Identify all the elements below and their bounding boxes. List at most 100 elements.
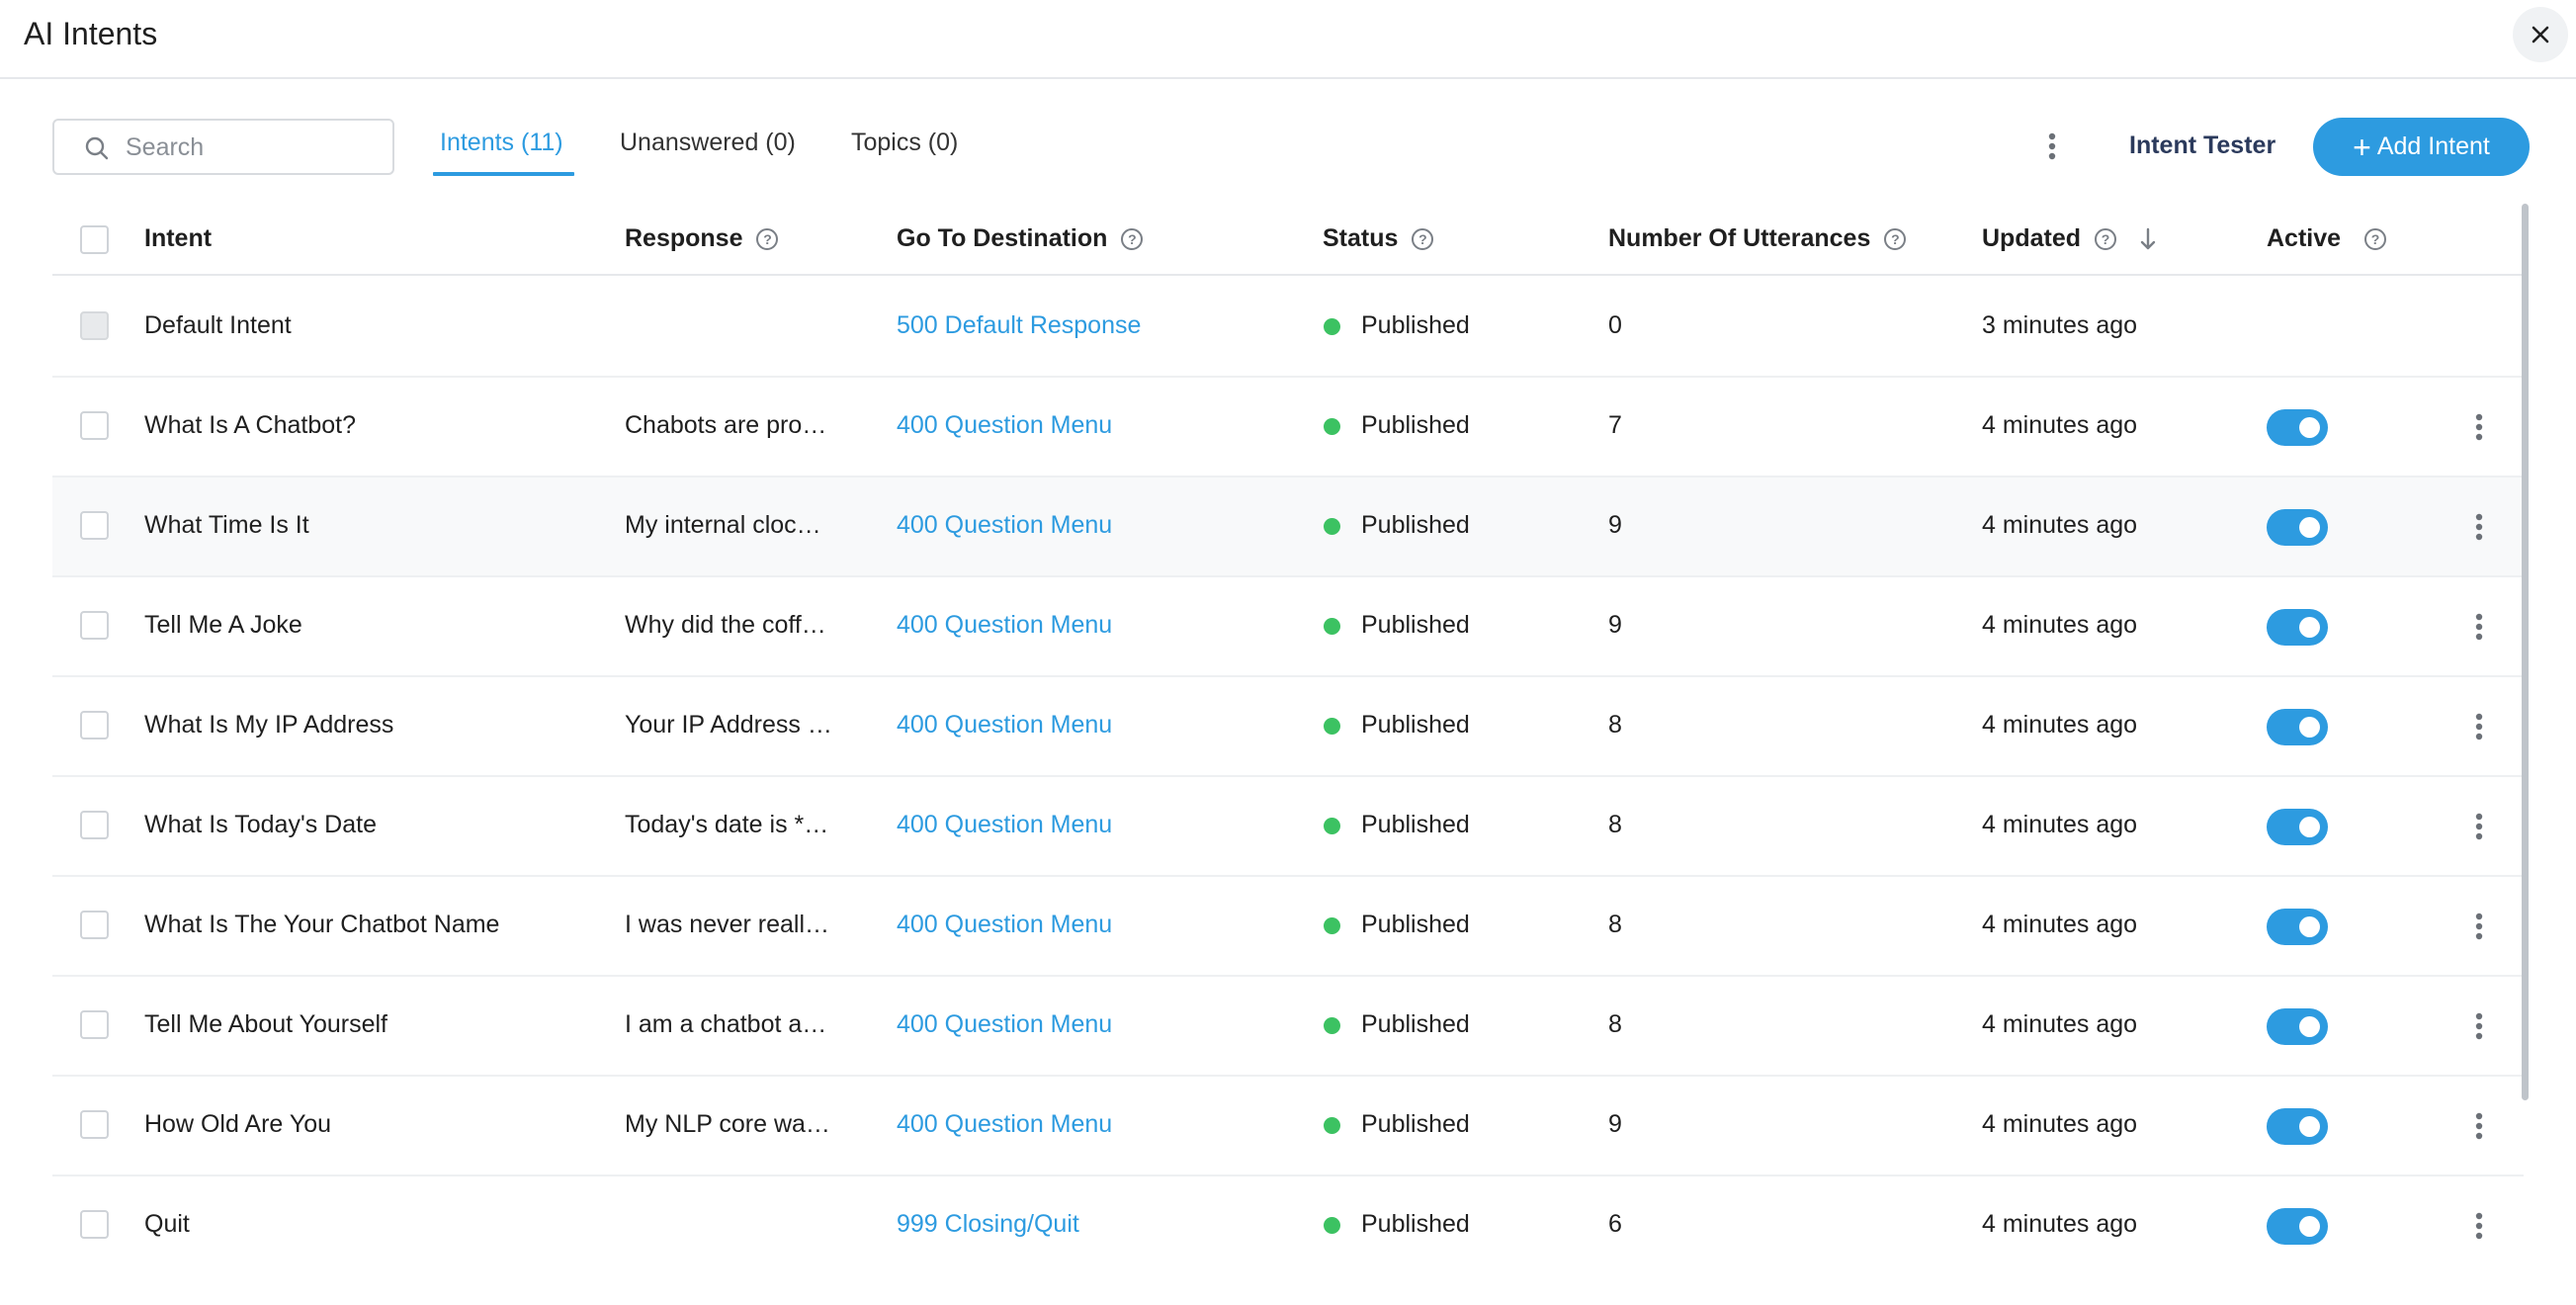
more-vertical-icon xyxy=(2475,413,2483,441)
intent-name[interactable]: Quit xyxy=(144,1210,599,1239)
intent-response: Why did the coff… xyxy=(625,611,826,639)
active-toggle[interactable] xyxy=(2267,1008,2328,1045)
column-header-response[interactable]: Response? xyxy=(625,224,779,253)
intent-name[interactable]: Default Intent xyxy=(144,311,599,340)
add-intent-button[interactable]: + Add Intent xyxy=(2313,118,2530,176)
column-header-intent[interactable]: Intent xyxy=(144,224,212,253)
help-icon[interactable]: ? xyxy=(2364,227,2387,250)
destination-link[interactable]: 400 Question Menu xyxy=(897,511,1292,540)
table-row[interactable]: Default Intent 500 Default Response Publis… xyxy=(52,278,2524,378)
column-header-utterances[interactable]: Number Of Utterances? xyxy=(1608,224,1907,253)
row-more-options-button[interactable] xyxy=(2464,707,2494,746)
intent-name[interactable]: What Is A Chatbot? xyxy=(144,411,599,440)
intent-response: Today's date is *… xyxy=(625,811,829,838)
row-checkbox[interactable] xyxy=(80,711,109,740)
destination-link[interactable]: 400 Question Menu xyxy=(897,811,1292,839)
table-row[interactable]: What Time Is It My internal cloc… 400 Ques… xyxy=(52,478,2524,577)
row-checkbox[interactable] xyxy=(80,511,109,540)
status-dot-icon xyxy=(1324,818,1340,834)
help-icon[interactable]: ? xyxy=(756,227,779,250)
select-all-checkbox[interactable] xyxy=(80,225,109,254)
table-row[interactable]: Tell Me About Yourself I am a chatbot a… 4… xyxy=(52,977,2524,1077)
row-checkbox[interactable] xyxy=(80,611,109,640)
intent-name[interactable]: How Old Are You xyxy=(144,1110,599,1139)
column-header-active[interactable]: Active? xyxy=(2267,224,2387,253)
search-icon xyxy=(85,136,109,160)
table-row[interactable]: Tell Me A Joke Why did the coff… 400 Quest… xyxy=(52,577,2524,677)
add-intent-label: Add Intent xyxy=(2376,132,2490,160)
table-row[interactable]: How Old Are You My NLP core wa… 400 Questi… xyxy=(52,1077,2524,1176)
help-icon[interactable]: ? xyxy=(1884,227,1907,250)
help-icon[interactable]: ? xyxy=(1121,227,1144,250)
row-more-options-button[interactable] xyxy=(2464,907,2494,946)
active-toggle[interactable] xyxy=(2267,1108,2328,1145)
row-more-options-button[interactable] xyxy=(2464,1106,2494,1146)
row-checkbox[interactable] xyxy=(80,911,109,939)
vertical-scrollbar[interactable] xyxy=(2522,204,2529,1100)
row-checkbox[interactable] xyxy=(80,1210,109,1239)
destination-link[interactable]: 999 Closing/Quit xyxy=(897,1210,1292,1239)
search-input[interactable] xyxy=(126,127,383,168)
intent-name[interactable]: What Is My IP Address xyxy=(144,711,599,740)
sort-descending-icon[interactable] xyxy=(2140,227,2156,251)
active-toggle[interactable] xyxy=(2267,409,2328,446)
close-button[interactable] xyxy=(2513,7,2568,62)
row-checkbox[interactable] xyxy=(80,811,109,839)
tab-intents[interactable]: Intents (11) xyxy=(440,129,563,157)
help-icon[interactable]: ? xyxy=(1412,227,1434,250)
row-checkbox[interactable] xyxy=(80,1110,109,1139)
row-more-options-button[interactable] xyxy=(2464,507,2494,547)
updated-time: 4 minutes ago xyxy=(1982,911,2138,938)
active-toggle[interactable] xyxy=(2267,909,2328,945)
tab-topics[interactable]: Topics (0) xyxy=(851,129,958,157)
status-dot-icon xyxy=(1324,318,1340,335)
destination-link[interactable]: 400 Question Menu xyxy=(897,411,1292,440)
intent-name[interactable]: Tell Me About Yourself xyxy=(144,1010,599,1039)
more-options-button[interactable] xyxy=(2036,127,2068,166)
column-header-status[interactable]: Status? xyxy=(1323,224,1434,253)
active-toggle[interactable] xyxy=(2267,609,2328,646)
destination-link[interactable]: 400 Question Menu xyxy=(897,1010,1292,1039)
destination-link[interactable]: 400 Question Menu xyxy=(897,1110,1292,1139)
row-more-options-button[interactable] xyxy=(2464,1006,2494,1046)
intent-name[interactable]: What Is Today's Date xyxy=(144,811,599,839)
search-box[interactable] xyxy=(52,119,394,175)
row-more-options-button[interactable] xyxy=(2464,607,2494,647)
table-row[interactable]: What Is My IP Address Your IP Address … 40… xyxy=(52,677,2524,777)
help-icon[interactable]: ? xyxy=(2095,227,2116,250)
table-row[interactable]: What Is A Chatbot? Chabots are pro… 400 Qu… xyxy=(52,378,2524,478)
intent-name[interactable]: What Time Is It xyxy=(144,511,599,540)
row-checkbox[interactable] xyxy=(80,1010,109,1039)
more-vertical-icon xyxy=(2475,713,2483,740)
destination-link[interactable]: 500 Default Response xyxy=(897,311,1292,340)
updated-time: 4 minutes ago xyxy=(1982,511,2138,539)
table-row[interactable]: What Is Today's Date Today's date is *… 40… xyxy=(52,777,2524,877)
active-toggle[interactable] xyxy=(2267,1208,2328,1245)
active-toggle[interactable] xyxy=(2267,709,2328,745)
table-row[interactable]: What Is The Your Chatbot Name I was never… xyxy=(52,877,2524,977)
table-row[interactable]: Quit 999 Closing/Quit Published 6 4 minutes … xyxy=(52,1176,2524,1276)
tab-unanswered[interactable]: Unanswered (0) xyxy=(620,129,796,157)
column-header-updated[interactable]: Updated? xyxy=(1982,224,2156,253)
row-checkbox xyxy=(80,311,109,340)
column-header-destination[interactable]: Go To Destination? xyxy=(897,224,1144,253)
row-more-options-button[interactable] xyxy=(2464,1206,2494,1246)
destination-link[interactable]: 400 Question Menu xyxy=(897,611,1292,640)
more-vertical-icon xyxy=(2475,813,2483,840)
intent-name[interactable]: Tell Me A Joke xyxy=(144,611,599,640)
intent-response: Chabots are pro… xyxy=(625,411,827,439)
plus-icon: + xyxy=(2353,129,2371,165)
table-header: Intent Response? Go To Destination? Stat… xyxy=(52,203,2524,276)
intent-response: I am a chatbot a… xyxy=(625,1010,827,1038)
active-toggle[interactable] xyxy=(2267,509,2328,546)
status-dot-icon xyxy=(1324,618,1340,635)
destination-link[interactable]: 400 Question Menu xyxy=(897,711,1292,740)
row-checkbox[interactable] xyxy=(80,411,109,440)
destination-link[interactable]: 400 Question Menu xyxy=(897,911,1292,939)
row-more-options-button[interactable] xyxy=(2464,807,2494,846)
toggle-knob xyxy=(2299,417,2320,438)
intent-name[interactable]: What Is The Your Chatbot Name xyxy=(144,911,599,939)
intent-tester-button[interactable]: Intent Tester xyxy=(2129,131,2275,160)
active-toggle[interactable] xyxy=(2267,809,2328,845)
row-more-options-button[interactable] xyxy=(2464,407,2494,447)
